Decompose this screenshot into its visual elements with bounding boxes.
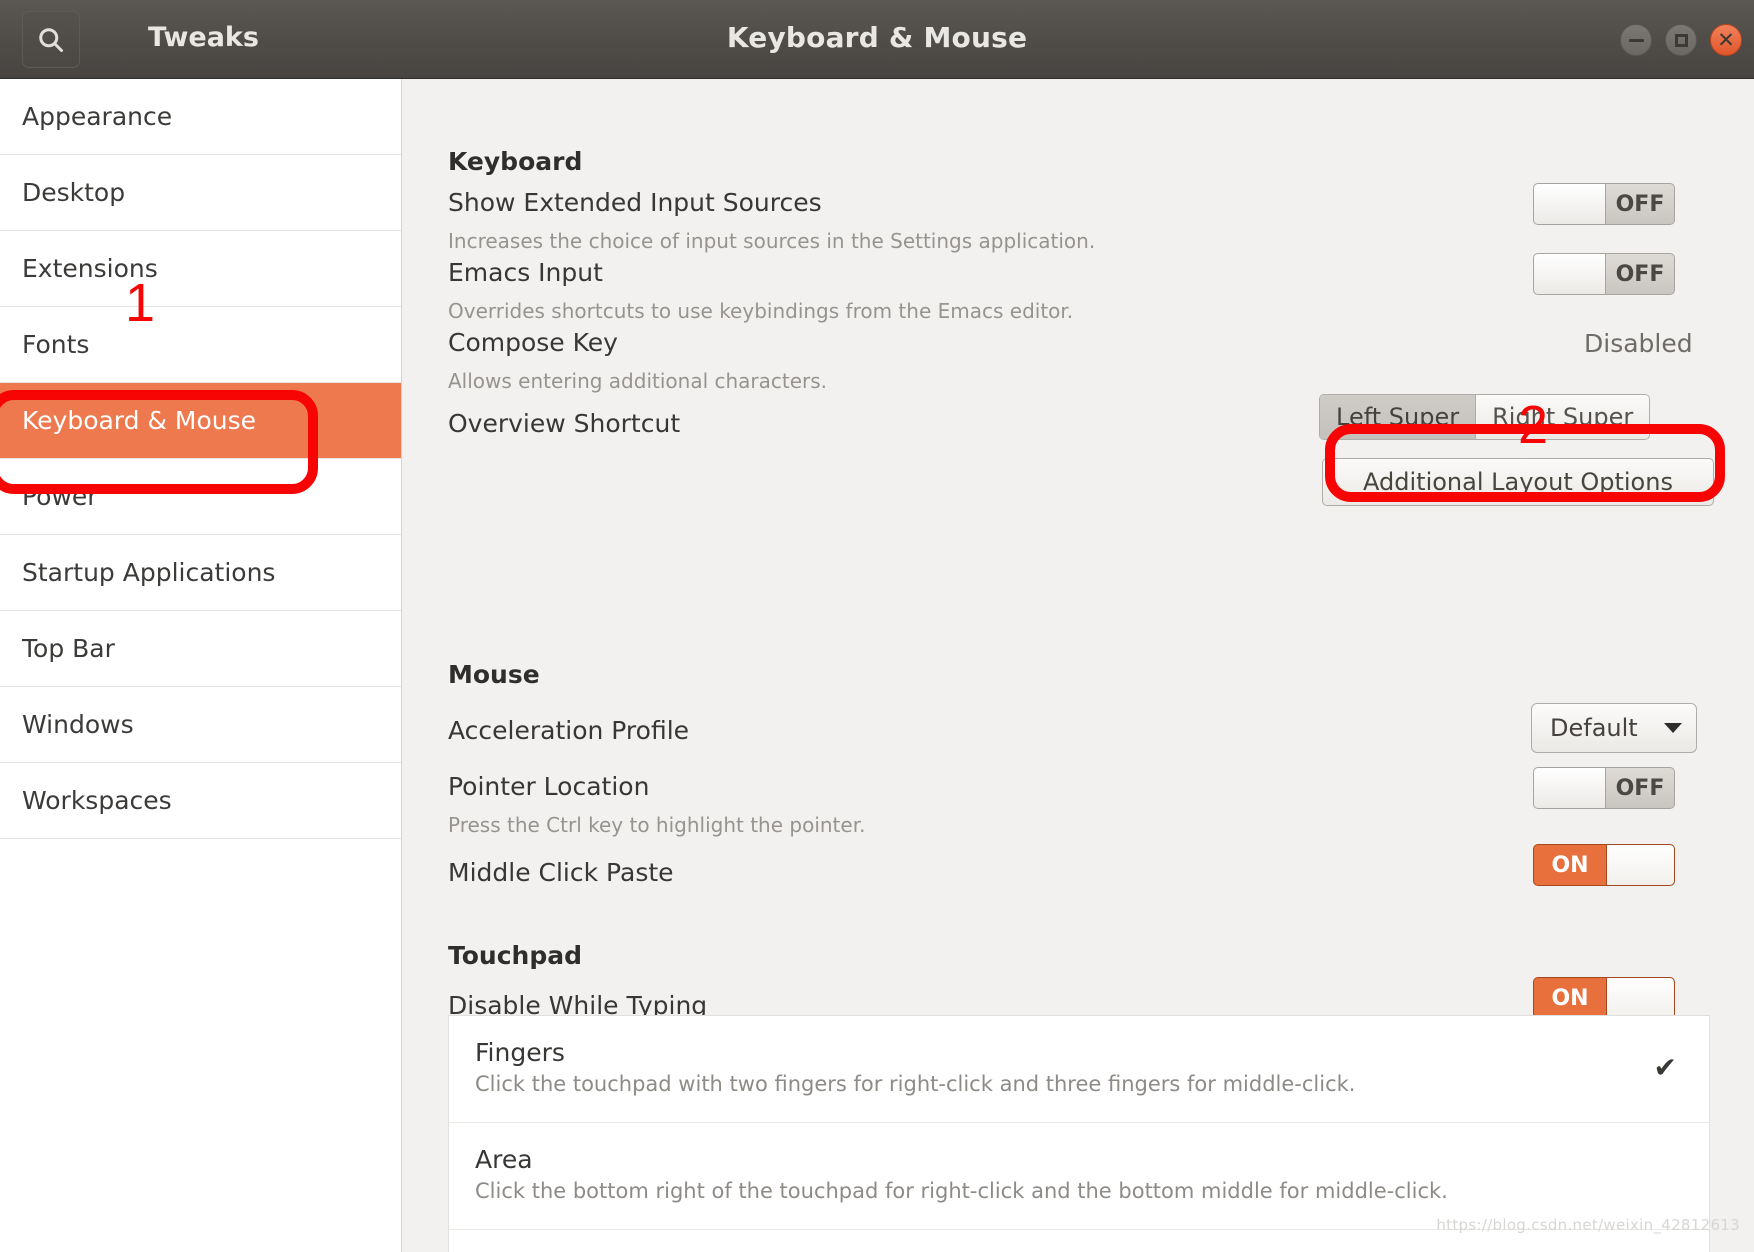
sidebar-item-label: Windows	[22, 710, 134, 739]
toggle-knob	[1534, 254, 1606, 294]
emulation-option-label: Area	[475, 1145, 533, 1174]
compose-key-label: Compose Key	[448, 328, 618, 357]
minimize-icon	[1628, 38, 1644, 42]
close-icon: ✕	[1717, 27, 1735, 52]
show-extended-input-sources-label: Show Extended Input Sources	[448, 188, 822, 217]
overview-shortcut-segmented-control: Left Super Right Super	[1319, 394, 1651, 440]
toggle-state-label: OFF	[1615, 775, 1665, 801]
touchpad-section-heading: Touchpad	[448, 941, 582, 970]
compose-key-description: Allows entering additional characters.	[448, 369, 828, 393]
minimize-button[interactable]	[1620, 24, 1652, 56]
acceleration-profile-dropdown[interactable]: Default	[1531, 703, 1697, 753]
disable-while-typing-toggle[interactable]: ON	[1533, 977, 1675, 1019]
sidebar-item-windows[interactable]: Windows	[0, 687, 401, 763]
sidebar-item-power[interactable]: Power	[0, 459, 401, 535]
window-title: Keyboard & Mouse	[726, 21, 1028, 54]
additional-layout-options-button[interactable]: Additional Layout Options	[1322, 458, 1714, 506]
sidebar-item-keyboard-and-mouse[interactable]: Keyboard & Mouse	[0, 383, 401, 459]
sidebar: Appearance Desktop Extensions Fonts Keyb…	[0, 79, 402, 1252]
sidebar-item-label: Extensions	[22, 254, 158, 283]
chevron-down-icon	[1663, 723, 1682, 733]
maximize-icon	[1674, 33, 1688, 47]
tweaks-window: Tweaks Keyboard & Mouse ✕ Appearance Des…	[0, 0, 1754, 1252]
sidebar-item-label: Startup Applications	[22, 558, 276, 587]
toggle-state-label: OFF	[1615, 261, 1665, 287]
show-extended-input-sources-toggle[interactable]: OFF	[1533, 183, 1675, 225]
sidebar-item-fonts[interactable]: Fonts	[0, 307, 401, 383]
sidebar-item-label: Power	[22, 482, 98, 511]
emulation-option-description: Click the bottom right of the touchpad f…	[475, 1179, 1448, 1203]
toggle-knob	[1534, 184, 1606, 224]
middle-click-paste-toggle[interactable]: ON	[1533, 844, 1675, 886]
sidebar-item-top-bar[interactable]: Top Bar	[0, 611, 401, 687]
sidebar-item-appearance[interactable]: Appearance	[0, 79, 401, 155]
sidebar-item-label: Fonts	[22, 330, 90, 359]
list-item[interactable]: Fingers Click the touchpad with two fing…	[449, 1016, 1709, 1123]
sidebar-item-extensions[interactable]: Extensions	[0, 231, 401, 307]
compose-key-value[interactable]: Disabled	[1584, 329, 1693, 358]
show-extended-input-sources-description: Increases the choice of input sources in…	[448, 229, 1096, 253]
overview-shortcut-option-right-super[interactable]: Right Super	[1475, 395, 1650, 439]
sidebar-item-label: Keyboard & Mouse	[22, 406, 257, 435]
toggle-knob	[1606, 845, 1674, 885]
mouse-section-heading: Mouse	[448, 660, 540, 689]
overview-shortcut-label: Overview Shortcut	[448, 409, 681, 438]
emulation-option-label: Fingers	[475, 1038, 565, 1067]
sidebar-item-label: Desktop	[22, 178, 126, 207]
overview-shortcut-option-left-super[interactable]: Left Super	[1320, 395, 1476, 439]
pointer-location-label: Pointer Location	[448, 772, 650, 801]
sidebar-item-label: Top Bar	[22, 634, 115, 663]
toggle-knob	[1534, 768, 1606, 808]
keyboard-section-heading: Keyboard	[448, 147, 583, 176]
sidebar-item-label: Workspaces	[22, 786, 172, 815]
sidebar-item-startup-applications[interactable]: Startup Applications	[0, 535, 401, 611]
emacs-input-description: Overrides shortcuts to use keybindings f…	[448, 299, 1074, 323]
sidebar-item-desktop[interactable]: Desktop	[0, 155, 401, 231]
sidebar-item-workspaces[interactable]: Workspaces	[0, 763, 401, 839]
close-button[interactable]: ✕	[1710, 24, 1742, 56]
check-icon: ✔	[1653, 1051, 1677, 1084]
pointer-location-description: Press the Ctrl key to highlight the poin…	[448, 813, 866, 837]
toggle-state-label: OFF	[1615, 191, 1665, 217]
middle-click-paste-label: Middle Click Paste	[448, 858, 674, 887]
toggle-knob	[1606, 978, 1674, 1018]
toggle-state-label: ON	[1551, 852, 1589, 878]
toggle-state-label: ON	[1551, 985, 1589, 1011]
pointer-location-toggle[interactable]: OFF	[1533, 767, 1675, 809]
emulation-option-description: Click the touchpad with two fingers for …	[475, 1072, 1356, 1096]
title-bar: Tweaks Keyboard & Mouse ✕	[0, 0, 1754, 79]
emacs-input-label: Emacs Input	[448, 258, 603, 287]
watermark: https://blog.csdn.net/weixin_42812613	[1436, 1216, 1740, 1234]
acceleration-profile-value: Default	[1550, 714, 1638, 742]
acceleration-profile-label: Acceleration Profile	[448, 716, 690, 745]
list-item[interactable]: Area Click the bottom right of the touch…	[449, 1123, 1709, 1230]
sidebar-item-label: Appearance	[22, 102, 173, 131]
maximize-button[interactable]	[1665, 24, 1697, 56]
emacs-input-toggle[interactable]: OFF	[1533, 253, 1675, 295]
